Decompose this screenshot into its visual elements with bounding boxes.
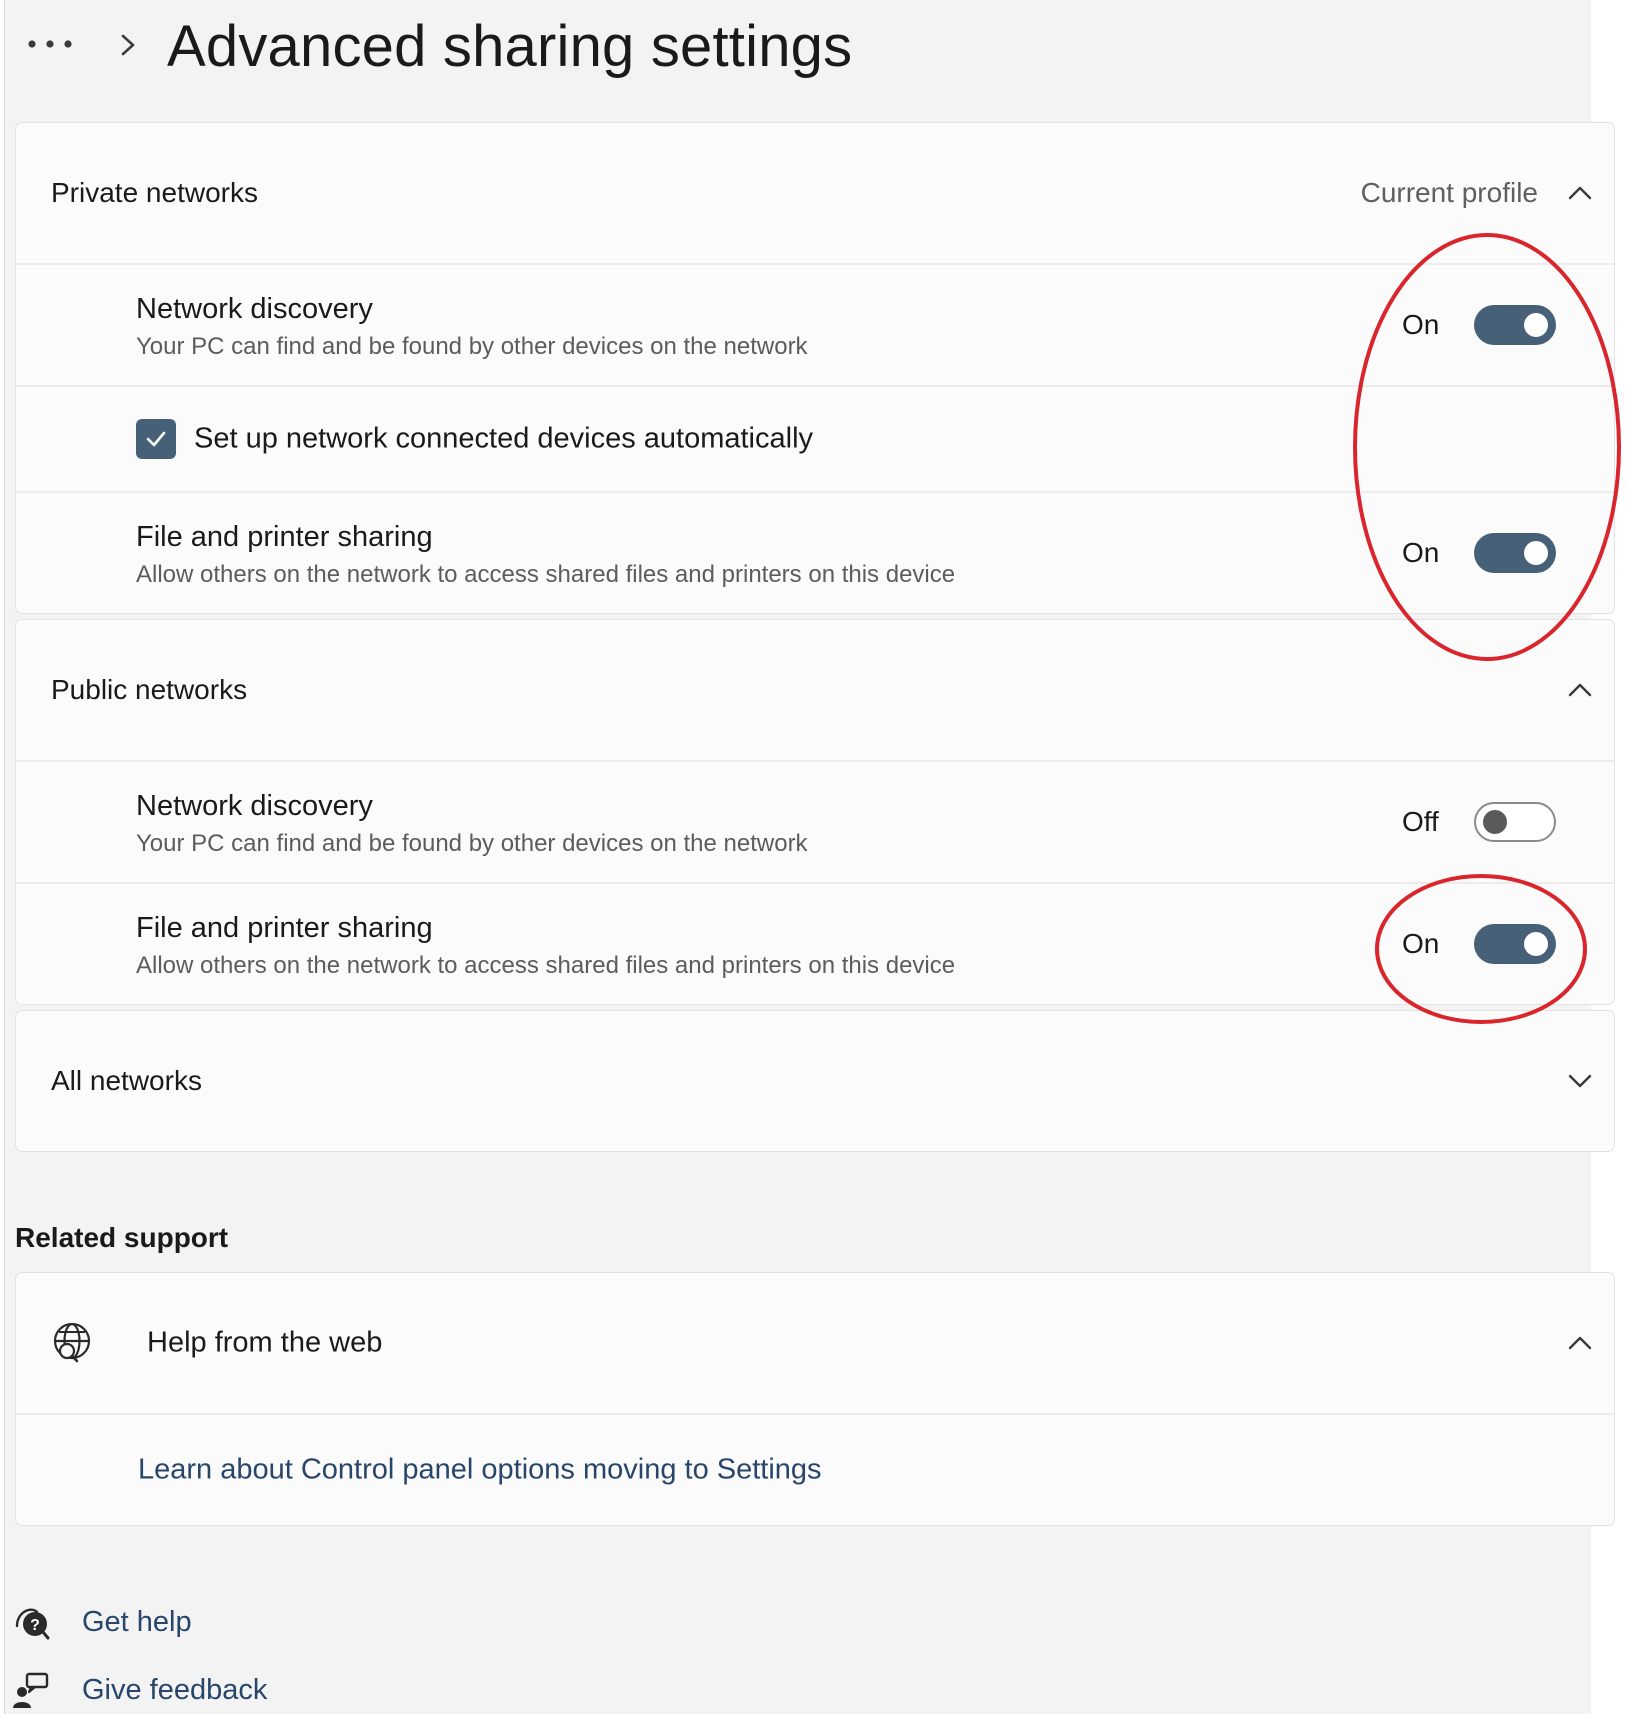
public-network-discovery-toggle[interactable] — [1474, 802, 1556, 842]
setting-title: File and printer sharing — [136, 521, 433, 553]
chevron-down-icon — [1568, 1074, 1592, 1088]
public-networks-label: Public networks — [51, 674, 248, 705]
related-support-heading: Related support — [15, 1222, 229, 1253]
help-from-web-card: Help from the web Learn about Control pa… — [15, 1272, 1615, 1526]
current-profile-label: Current profile — [1360, 177, 1538, 208]
settings-window: Advanced sharing settings Private networ… — [4, 0, 1615, 1714]
private-network-discovery-toggle[interactable] — [1474, 305, 1556, 345]
control-panel-settings-link[interactable]: Learn about Control panel options moving… — [138, 1454, 822, 1487]
toggle-knob — [1524, 313, 1548, 337]
page-title: Advanced sharing settings — [167, 14, 853, 79]
auto-setup-row: Set up network connected devices automat… — [16, 385, 1614, 491]
get-help-icon: ? — [15, 1608, 50, 1640]
chevron-right-icon — [121, 34, 135, 56]
svg-text:?: ? — [30, 1617, 40, 1634]
all-networks-header[interactable]: All networks — [16, 1011, 1614, 1151]
private-network-discovery-control: On — [1402, 305, 1556, 345]
setting-title: Network discovery — [136, 790, 373, 822]
header: Advanced sharing settings — [5, 0, 1591, 100]
get-help-link[interactable]: ? Get help — [5, 1600, 192, 1644]
private-networks-header[interactable]: Private networks Current profile — [16, 123, 1614, 263]
setting-description: Allow others on the network to access sh… — [136, 952, 956, 979]
chevron-up-icon — [1568, 683, 1592, 697]
private-network-discovery-row: Network discovery Your PC can find and b… — [16, 263, 1614, 385]
public-file-sharing-control: On — [1402, 924, 1556, 964]
checkmark-icon — [146, 431, 166, 447]
toggle-knob — [1483, 810, 1507, 834]
private-file-sharing-control: On — [1402, 533, 1556, 573]
public-file-sharing-row: File and printer sharing Allow others on… — [16, 882, 1614, 1004]
setting-description: Your PC can find and be found by other d… — [136, 333, 808, 360]
help-from-web-collapse-button[interactable] — [1558, 1321, 1602, 1365]
toggle-state-label: On — [1402, 928, 1440, 959]
private-file-sharing-row: File and printer sharing Allow others on… — [16, 491, 1614, 613]
private-file-sharing-toggle[interactable] — [1474, 533, 1556, 573]
public-networks-card: Public networks Network discovery Your P… — [15, 619, 1615, 1005]
setting-description: Allow others on the network to access sh… — [136, 561, 956, 588]
private-networks-card: Private networks Current profile Network… — [15, 122, 1615, 614]
private-networks-header-right: Current profile — [1361, 171, 1602, 215]
setting-title: File and printer sharing — [136, 912, 433, 944]
toggle-state-label: On — [1402, 309, 1440, 340]
auto-setup-label: Set up network connected devices automat… — [194, 422, 814, 455]
public-network-discovery-control: Off — [1402, 802, 1556, 842]
all-networks-header-right — [1558, 1059, 1602, 1103]
public-network-discovery-row: Network discovery Your PC can find and b… — [16, 760, 1614, 882]
chevron-up-icon — [1568, 186, 1592, 200]
more-icon — [28, 40, 72, 48]
auto-setup-checkbox[interactable] — [136, 419, 176, 459]
all-networks-label: All networks — [51, 1065, 202, 1096]
all-networks-card: All networks — [15, 1010, 1615, 1152]
public-networks-header-right — [1558, 668, 1602, 712]
help-link-row: Learn about Control panel options moving… — [16, 1413, 1614, 1525]
private-networks-collapse-button[interactable] — [1558, 171, 1602, 215]
more-button[interactable] — [25, 30, 75, 58]
setting-description: Your PC can find and be found by other d… — [136, 830, 808, 857]
get-help-label: Get help — [82, 1605, 192, 1638]
public-networks-header[interactable]: Public networks — [16, 620, 1614, 760]
chevron-up-icon — [1568, 1336, 1592, 1350]
all-networks-expand-button[interactable] — [1558, 1059, 1602, 1103]
help-from-web-label: Help from the web — [147, 1326, 383, 1359]
give-feedback-label: Give feedback — [82, 1673, 268, 1706]
public-networks-collapse-button[interactable] — [1558, 668, 1602, 712]
private-networks-label: Private networks — [51, 177, 258, 208]
toggle-state-label: On — [1402, 537, 1440, 568]
give-feedback-link[interactable]: Give feedback — [5, 1668, 267, 1712]
public-file-sharing-toggle[interactable] — [1474, 924, 1556, 964]
globe-search-icon — [53, 1322, 91, 1363]
help-from-web-header-right — [1558, 1321, 1602, 1365]
setting-title: Network discovery — [136, 293, 373, 325]
toggle-knob — [1524, 932, 1548, 956]
toggle-state-label: Off — [1402, 806, 1439, 837]
help-from-web-header[interactable]: Help from the web — [16, 1273, 1614, 1413]
toggle-knob — [1524, 541, 1548, 565]
feedback-icon — [13, 1672, 49, 1708]
